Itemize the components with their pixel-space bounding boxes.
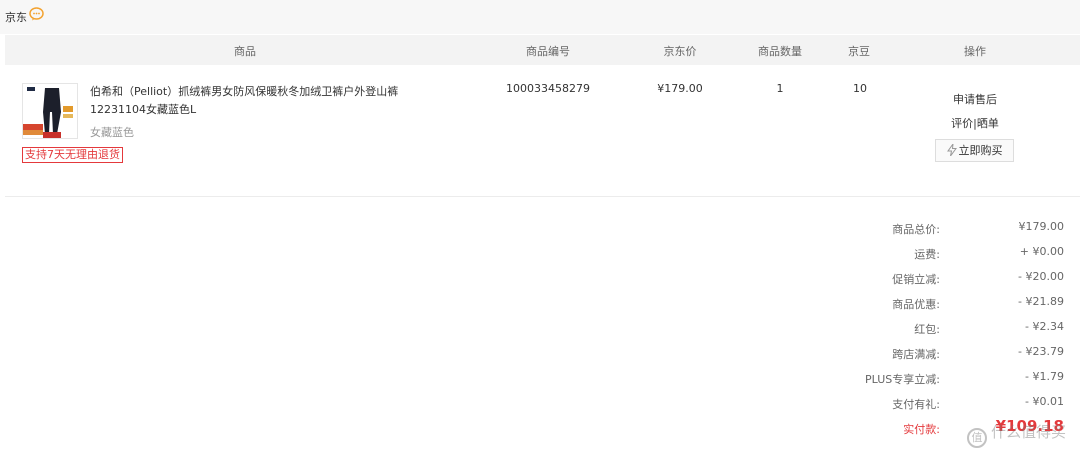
summary-value-plus: - ¥1.79 (1025, 370, 1064, 383)
review-link[interactable]: 评价 (951, 117, 973, 130)
return-policy-badge: 支持7天无理由退货 (22, 147, 123, 163)
product-thumbnail[interactable] (22, 83, 78, 139)
after-sale-link[interactable]: 申请售后 (943, 91, 1007, 107)
header-price: 京东价 (663, 45, 697, 58)
summary-label-redpacket: 红包: (914, 323, 940, 336)
product-row: 伯希和（Pelliot）抓绒裤男女防风保暖秋冬加绒卫裤户外登山裤12231104… (5, 65, 1080, 197)
buy-again-label: 立即购买 (958, 144, 1003, 157)
product-beans: 10 (853, 82, 867, 95)
header-ops: 操作 (964, 45, 986, 58)
share-link[interactable]: 晒单 (977, 117, 999, 130)
product-code: 100033458279 (506, 82, 590, 95)
summary-value-promo: - ¥20.00 (1018, 270, 1064, 283)
summary-label-discount: 商品优惠: (892, 298, 940, 311)
summary-value-discount: - ¥21.89 (1018, 295, 1064, 308)
summary-value-redpacket: - ¥2.34 (1025, 320, 1064, 333)
summary-value-shipping: + ¥0.00 (1019, 245, 1064, 258)
product-qty: 1 (776, 82, 784, 95)
summary-value-crossstore: - ¥23.79 (1018, 345, 1064, 358)
review-share-links: 评价|晒单 (943, 115, 1007, 131)
summary-label-paid: 实付款: (903, 423, 940, 436)
header-product: 商品 (234, 45, 256, 58)
summary-label-total: 商品总价: (892, 223, 940, 236)
summary-label-shipping: 运费: (914, 248, 940, 261)
table-header: 商品 商品编号 京东价 商品数量 京豆 操作 (5, 35, 1080, 65)
watermark-text: 什么值得买 (990, 423, 1066, 441)
summary-label-crossstore: 跨店满减: (892, 348, 940, 361)
chat-icon[interactable] (29, 7, 44, 21)
summary-label-paygift: 支付有礼: (892, 398, 940, 411)
summary-label-plus: PLUS专享立减: (865, 373, 940, 386)
header-qty: 商品数量 (758, 45, 802, 58)
product-variant: 女藏蓝色 (90, 126, 134, 139)
site-watermark: 值什么值得买 (966, 421, 1066, 448)
watermark-logo-icon: 值 (966, 428, 987, 448)
header-beans: 京豆 (848, 45, 870, 58)
summary-value-total: ¥179.00 (1018, 220, 1065, 233)
summary-label-promo: 促销立减: (892, 273, 940, 286)
lightning-icon (946, 142, 957, 157)
header-code: 商品编号 (526, 45, 570, 58)
buy-again-button[interactable]: 立即购买 (935, 139, 1014, 162)
shop-header: 京东 (0, 0, 1080, 34)
summary-value-paygift: - ¥0.01 (1025, 395, 1064, 408)
product-price: ¥179.00 (657, 82, 703, 95)
product-title[interactable]: 伯希和（Pelliot）抓绒裤男女防风保暖秋冬加绒卫裤户外登山裤12231104… (90, 83, 410, 119)
order-summary: 商品总价: ¥179.00 运费: + ¥0.00 促销立减: - ¥20.00… (0, 198, 1080, 456)
shop-name[interactable]: 京东 (5, 9, 27, 25)
